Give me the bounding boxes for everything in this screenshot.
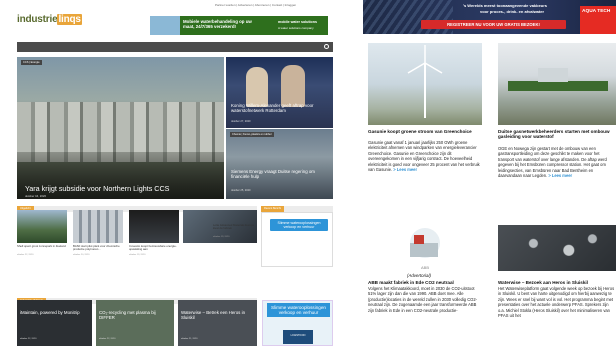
article-2-more-link[interactable]: > Lees meer bbox=[548, 173, 572, 178]
card-3-date: oktober 19, 2020 bbox=[129, 254, 146, 256]
logisticon-ad-text: Slimme waterooplossingen verkoop en verh… bbox=[267, 303, 330, 317]
article-3-body: Volgens het Klimaatakkoord, moet in 2030… bbox=[368, 286, 477, 313]
side-story-2-tag[interactable]: Chemie | Kunst-,plastics en rubber bbox=[230, 132, 274, 137]
person-image bbox=[246, 67, 268, 107]
newsletter: ’s Werelds meest toonaangevende vakbeurs… bbox=[363, 0, 616, 346]
hero-date: oktober 16, 2020 bbox=[25, 194, 46, 198]
card-3-title[interactable]: Covestro koopt hernieuwbare energie-opwe… bbox=[129, 244, 179, 252]
bottom-card-3-date: oktober 21, 2020 bbox=[181, 338, 198, 340]
side-story-2-date: oktober 25, 2020 bbox=[231, 189, 251, 192]
card-1-date: oktober 22, 2020 bbox=[17, 254, 34, 256]
top-nav-links[interactable]: Partner worden | Adverteren | Abonneren … bbox=[215, 3, 296, 7]
menu-item-catalogus[interactable]: Catalogus bbox=[78, 49, 101, 56]
article-2-title[interactable]: Duitse gasnetwerkbeheerders starten met … bbox=[498, 129, 616, 139]
bottom-card-2[interactable]: CO₂-recycling met plasma bij DIFFER okto… bbox=[96, 300, 174, 346]
ad-brand: mobile water solutions bbox=[278, 20, 317, 24]
article-4-body: Het Waterwiseplatform gaat volgende week… bbox=[498, 286, 615, 319]
site-logo[interactable]: industrielinqs bbox=[17, 14, 82, 25]
aquatech-banner[interactable]: ’s Werelds meest toonaangevende vakbeurs… bbox=[363, 0, 616, 34]
ad-sub: A water solutions company bbox=[278, 26, 314, 30]
ad-headline: Mobiele waterbehandeling op uw maat, 24/… bbox=[183, 19, 252, 29]
menu-item-events[interactable]: Events bbox=[59, 49, 78, 56]
card-2-date: oktober 20, 2020 bbox=[73, 254, 90, 256]
side-story-1-caption[interactable]: Koning Willem-Alexander geeft aftrap voo… bbox=[231, 103, 329, 113]
card-3[interactable] bbox=[129, 210, 179, 243]
side-story-1-date: oktober 27, 2020 bbox=[231, 120, 251, 123]
logo-prefix: industrie bbox=[17, 14, 58, 25]
article-1-text: Gasunie gaat vanaf 1 januari jaarlijks 2… bbox=[368, 140, 480, 173]
card-4-date: oktober 19, 2020 bbox=[213, 236, 230, 238]
search-icon[interactable] bbox=[324, 44, 329, 49]
article-4-image[interactable] bbox=[498, 225, 616, 271]
banner-line2: voor proces-, drink- en afvalwater bbox=[480, 9, 545, 14]
wind-turbine-icon bbox=[407, 45, 443, 118]
menu-item-publicaties[interactable]: Publicaties bbox=[35, 49, 59, 56]
article-1-more-link[interactable]: > Lees meer bbox=[393, 167, 417, 172]
person-image bbox=[281, 65, 305, 107]
article-3-image[interactable]: ABB bbox=[368, 225, 482, 271]
hero-tag[interactable]: CCS | Energie bbox=[21, 60, 42, 65]
logo-suffix: linqs bbox=[57, 14, 82, 25]
register-button[interactable]: REGISTREER NU VOOR UW GRATIS BEZOEK! bbox=[421, 20, 566, 29]
aquatech-logo: AQUA TECH bbox=[580, 6, 616, 34]
card-image bbox=[17, 210, 67, 243]
top-ad-banner[interactable]: Mobiele waterbehandeling op uw maat, 24/… bbox=[150, 16, 328, 35]
article-2-body: OGE en Nowega zijn gestart met de ombouw… bbox=[498, 146, 616, 216]
card-1-title[interactable]: Shell opent groot zonnepark in Zeeland bbox=[17, 244, 67, 248]
hero-story[interactable]: CCS | Energie Yara krijgt subsidie voor … bbox=[17, 57, 224, 199]
menu-item-home[interactable]: Home bbox=[17, 49, 35, 56]
banner-line1: ’s Werelds meest toonaangevende vakbeurs bbox=[463, 3, 548, 8]
card-4-title[interactable]: Lotte Advanced Materials Europe kiest dé… bbox=[213, 223, 257, 231]
article-1-body: Gasunie gaat vanaf 1 januari jaarlijks 2… bbox=[368, 140, 482, 210]
card-2[interactable] bbox=[73, 210, 123, 243]
article-1-image[interactable] bbox=[368, 43, 482, 125]
side-story-1[interactable]: Koning Willem-Alexander geeft aftrap voo… bbox=[226, 57, 333, 128]
pipeline-icon bbox=[508, 68, 608, 91]
main-menu: Home Publicaties Events Catalogus Dossiers e… bbox=[17, 42, 333, 56]
ad-image bbox=[150, 16, 180, 35]
bottom-card-3-caption[interactable]: Waterwise – Betrek een Heros in Sluiskil bbox=[181, 310, 249, 320]
bottom-card-1-date: oktober 22, 2020 bbox=[20, 338, 37, 340]
abb-building-icon: ABB bbox=[410, 228, 440, 270]
article-1-title[interactable]: Gasunie koopt groene stroom van Greencho… bbox=[368, 129, 482, 134]
card-1[interactable] bbox=[17, 210, 67, 243]
advertorial-label: (Advertorial) bbox=[407, 273, 431, 278]
logisticon-logo: LOGISTICON bbox=[283, 330, 313, 344]
bottom-card-3[interactable]: Waterwise – Betrek een Heros in Sluiskil… bbox=[178, 300, 257, 346]
article-3-title[interactable]: ABB maakt fabriek in Ede CO2 neutraal bbox=[368, 280, 482, 285]
website-homepage: Partner worden | Adverteren | Abonneren … bbox=[0, 0, 342, 346]
bottom-card-2-caption[interactable]: CO₂-recycling met plasma bij DIFFER bbox=[99, 310, 167, 320]
bottom-card-2-date: oktober 22, 2020 bbox=[99, 338, 116, 340]
side-story-2-caption[interactable]: Siemens Energy vraagt Duitse regering om… bbox=[231, 169, 329, 179]
menu-item-magazines[interactable]: Magazines bbox=[137, 49, 161, 56]
promo-banner[interactable]: Slimme waterooplossingen verkoop en verh… bbox=[261, 212, 333, 267]
hero-caption[interactable]: Yara krijgt subsidie voor Northern Light… bbox=[25, 184, 169, 193]
svg-text:ABB: ABB bbox=[421, 265, 429, 270]
bottom-card-1-caption[interactable]: iMaintain, powered by Monitrip bbox=[20, 310, 88, 315]
card-image bbox=[129, 210, 179, 243]
card-2-title[interactable]: BASF start pilot plant voor chemische pr… bbox=[73, 244, 123, 252]
article-4-title[interactable]: Waterwise – Bezoek aan Heros in Sluiskil bbox=[498, 280, 616, 285]
card-image bbox=[73, 210, 123, 243]
screenshot-stage: Partner worden | Adverteren | Abonneren … bbox=[0, 0, 616, 346]
menu-item-over[interactable]: Over industrielinqs bbox=[215, 49, 250, 56]
article-2-image[interactable] bbox=[498, 43, 616, 125]
menu-item-dossiers[interactable]: Dossiers en Leden bbox=[101, 49, 137, 56]
menu-item-adverteren[interactable]: Adverteren & sponsorpakketten bbox=[161, 49, 215, 56]
logisticon-ad[interactable]: Slimme waterooplossingen verkoop en verh… bbox=[262, 300, 333, 346]
bottom-card-1[interactable]: iMaintain, powered by Monitrip oktober 2… bbox=[17, 300, 92, 346]
promo-text: Slimme waterooplossingen verkoop en verh… bbox=[270, 219, 328, 232]
side-story-2[interactable]: Chemie | Kunst-,plastics en rubber Sieme… bbox=[226, 129, 333, 199]
